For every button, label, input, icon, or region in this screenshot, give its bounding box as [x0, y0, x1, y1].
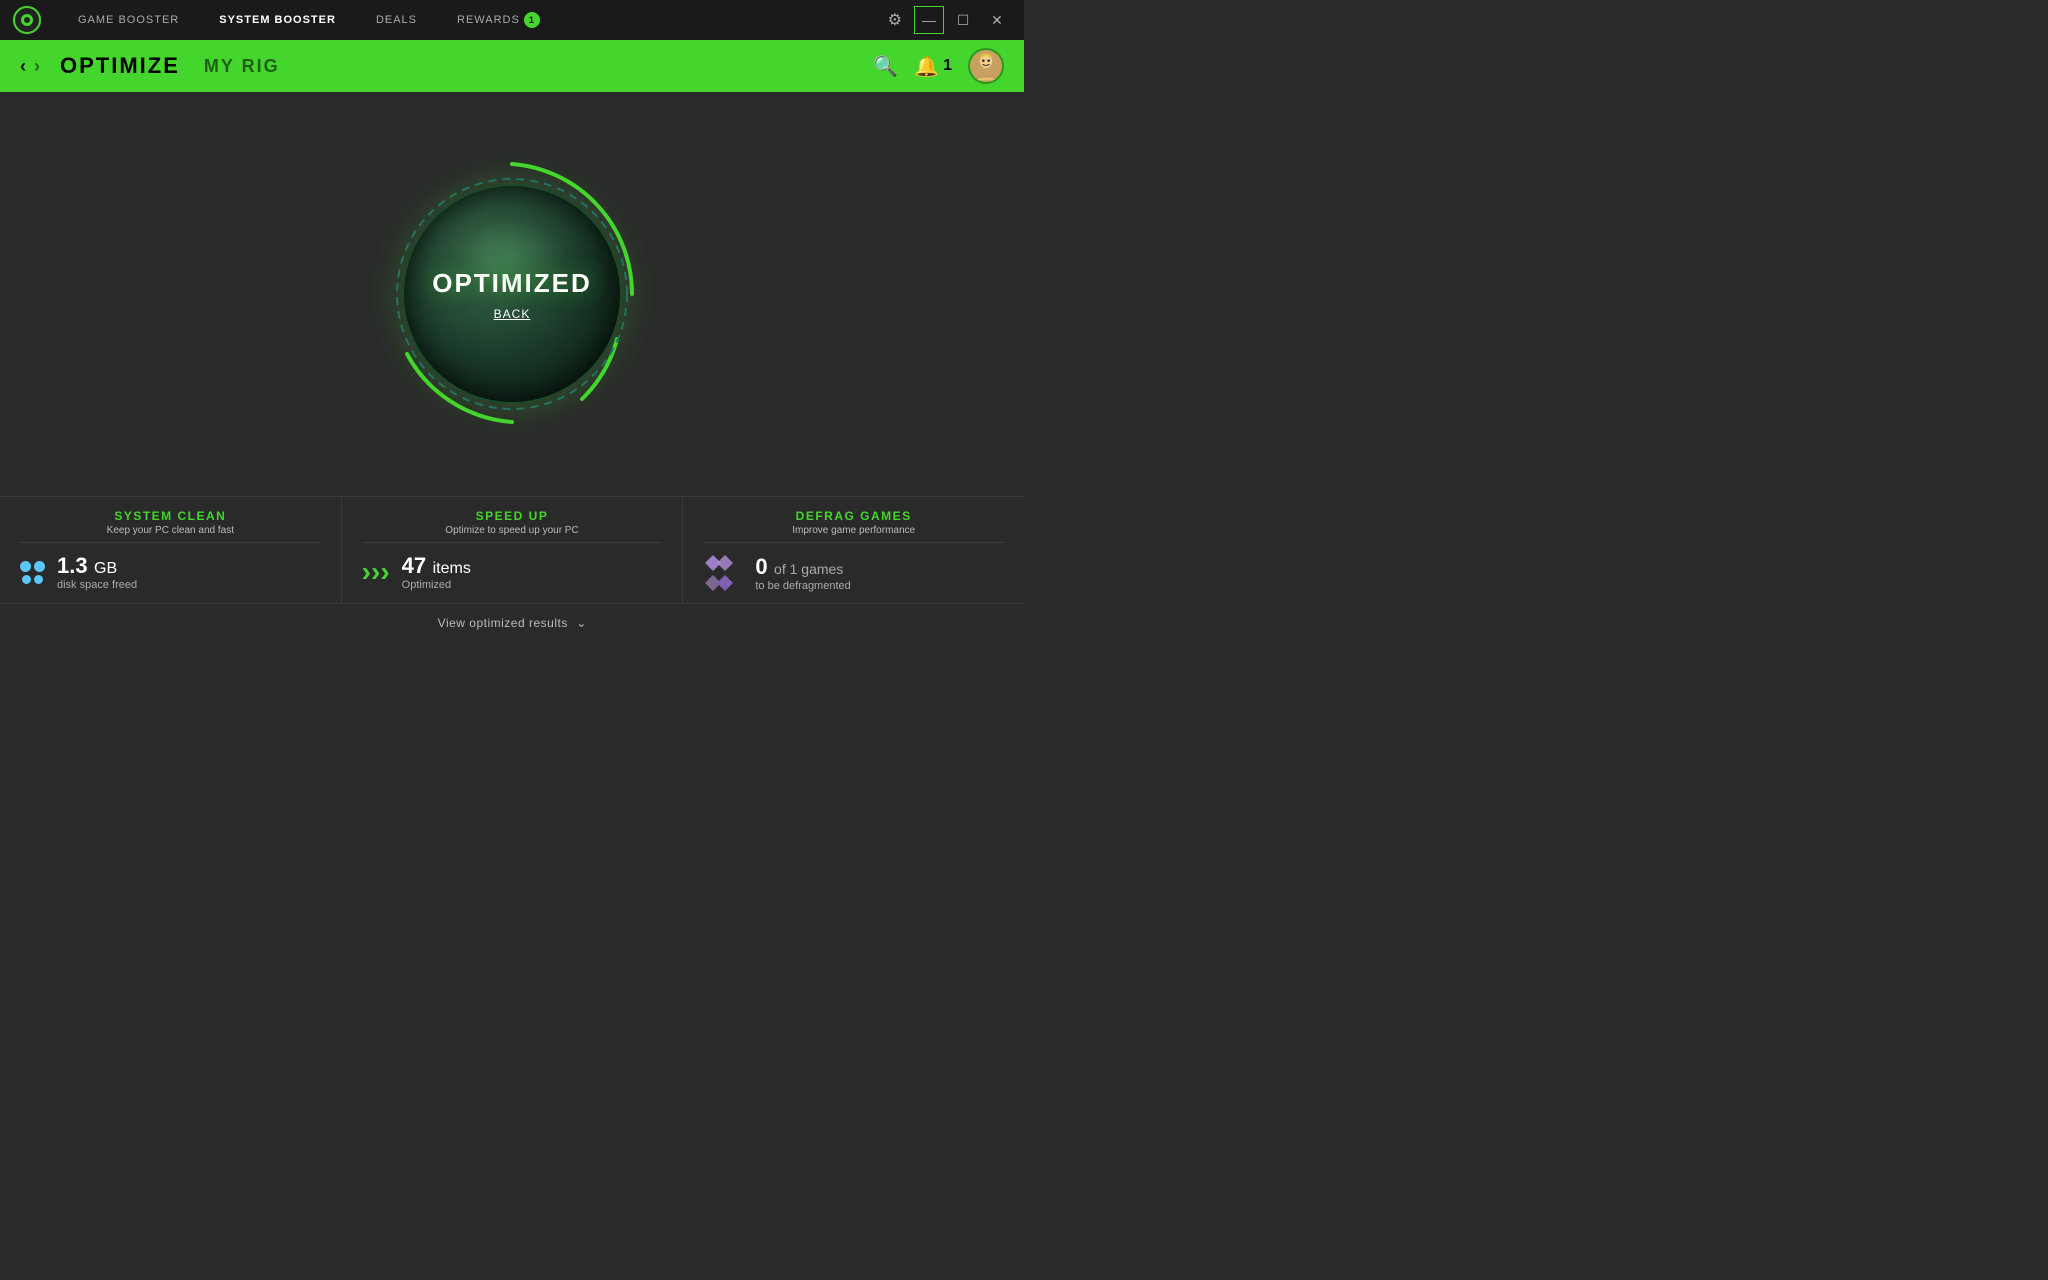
view-results-row[interactable]: View optimized results ⌄	[0, 603, 1024, 640]
close-button[interactable]: ✕	[982, 6, 1012, 34]
defrag-subtitle: Improve game performance	[703, 525, 1004, 536]
subheader-right-icons: 🔍 🔔 1	[873, 48, 1004, 84]
diamond-icon	[703, 553, 743, 593]
back-arrow-button[interactable]: ‹	[20, 56, 26, 77]
dot	[20, 561, 31, 572]
forward-arrow-button[interactable]: ›	[34, 56, 40, 77]
settings-icon[interactable]: ⚙	[880, 10, 910, 30]
speed-up-data: › › › 47 items Optimized	[362, 553, 663, 591]
speed-up-title: SPEED UP	[362, 509, 663, 523]
chevron-2: ›	[371, 558, 380, 586]
restore-button[interactable]: ☐	[948, 6, 978, 34]
subheader: ‹ › OPTIMIZE MY RIG 🔍 🔔 1	[0, 40, 1024, 92]
speed-up-value: 47 items	[402, 553, 471, 579]
nav-items: GAME BOOSTER SYSTEM BOOSTER DEALS REWARD…	[58, 0, 880, 40]
stat-card-system-clean: SYSTEM CLEAN Keep your PC clean and fast	[0, 497, 342, 603]
breadcrumb-optimize[interactable]: OPTIMIZE	[60, 53, 180, 79]
system-clean-subtitle: Keep your PC clean and fast	[20, 525, 321, 536]
chevron-3: ›	[380, 558, 389, 586]
search-icon[interactable]: 🔍	[873, 54, 898, 79]
defrag-title: DEFRAG GAMES	[703, 509, 1004, 523]
stat-card-defrag: DEFRAG GAMES Improve game performance	[683, 497, 1024, 603]
stat-card-speed-up: SPEED UP Optimize to speed up your PC › …	[342, 497, 684, 603]
minimize-button[interactable]: —	[914, 6, 944, 34]
optimized-circle-container: OPTIMIZED BACK	[372, 154, 652, 434]
window-controls: ⚙ — ☐ ✕	[880, 6, 1012, 34]
stat-card-speed-up-header: SPEED UP Optimize to speed up your PC	[362, 509, 663, 543]
nav-arrows: ‹ ›	[20, 56, 40, 77]
app-logo	[12, 5, 42, 35]
nav-deals[interactable]: DEALS	[356, 0, 437, 40]
breadcrumb: OPTIMIZE MY RIG	[60, 53, 280, 79]
defrag-data: 0 of 1 games to be defragmented	[703, 553, 1004, 593]
nav-system-booster[interactable]: SYSTEM BOOSTER	[199, 0, 356, 40]
system-clean-title: SYSTEM CLEAN	[20, 509, 321, 523]
speed-up-label: Optimized	[402, 579, 471, 591]
chevron-1: ›	[362, 558, 371, 586]
rewards-badge: 1	[524, 12, 540, 28]
optimized-circle[interactable]: OPTIMIZED BACK	[402, 184, 622, 404]
defrag-label: to be defragmented	[755, 580, 850, 592]
system-clean-values: 1.3 GB disk space freed	[57, 553, 137, 591]
stat-card-system-clean-header: SYSTEM CLEAN Keep your PC clean and fast	[20, 509, 321, 543]
main-content: OPTIMIZED BACK SYSTEM CLEAN Keep your PC…	[0, 92, 1024, 640]
stats-row: SYSTEM CLEAN Keep your PC clean and fast	[0, 496, 1024, 603]
dots-icon	[20, 561, 45, 584]
optimized-label: OPTIMIZED	[432, 268, 592, 299]
nav-game-booster[interactable]: GAME BOOSTER	[58, 0, 199, 40]
defrag-value: 0 of 1 games	[755, 554, 850, 580]
view-results-label: View optimized results	[438, 616, 568, 630]
system-clean-label: disk space freed	[57, 579, 137, 591]
speed-up-subtitle: Optimize to speed up your PC	[362, 525, 663, 536]
bell-icon: 🔔	[914, 54, 939, 79]
bottom-stats-section: SYSTEM CLEAN Keep your PC clean and fast	[0, 496, 1024, 640]
user-avatar[interactable]	[968, 48, 1004, 84]
system-clean-data: 1.3 GB disk space freed	[20, 553, 321, 591]
nav-rewards[interactable]: REWARDS 1	[437, 0, 560, 40]
defrag-values: 0 of 1 games to be defragmented	[755, 554, 850, 592]
notification-count: 1	[943, 57, 952, 75]
dot	[22, 575, 31, 584]
dot	[34, 561, 45, 572]
back-link[interactable]: BACK	[494, 307, 531, 321]
view-results-arrow-icon: ⌄	[576, 616, 586, 630]
dot	[34, 575, 43, 584]
dots-row-2	[22, 575, 43, 584]
stat-card-defrag-header: DEFRAG GAMES Improve game performance	[703, 509, 1004, 543]
dots-row-1	[20, 561, 45, 572]
notifications-area[interactable]: 🔔 1	[914, 54, 952, 79]
speed-arrows-icon: › › ›	[362, 558, 390, 586]
breadcrumb-myrig[interactable]: MY RIG	[204, 56, 280, 77]
circle-area: OPTIMIZED BACK	[0, 92, 1024, 496]
top-navigation: GAME BOOSTER SYSTEM BOOSTER DEALS REWARD…	[0, 0, 1024, 40]
system-clean-value: 1.3 GB	[57, 553, 137, 579]
speed-up-values: 47 items Optimized	[402, 553, 471, 591]
